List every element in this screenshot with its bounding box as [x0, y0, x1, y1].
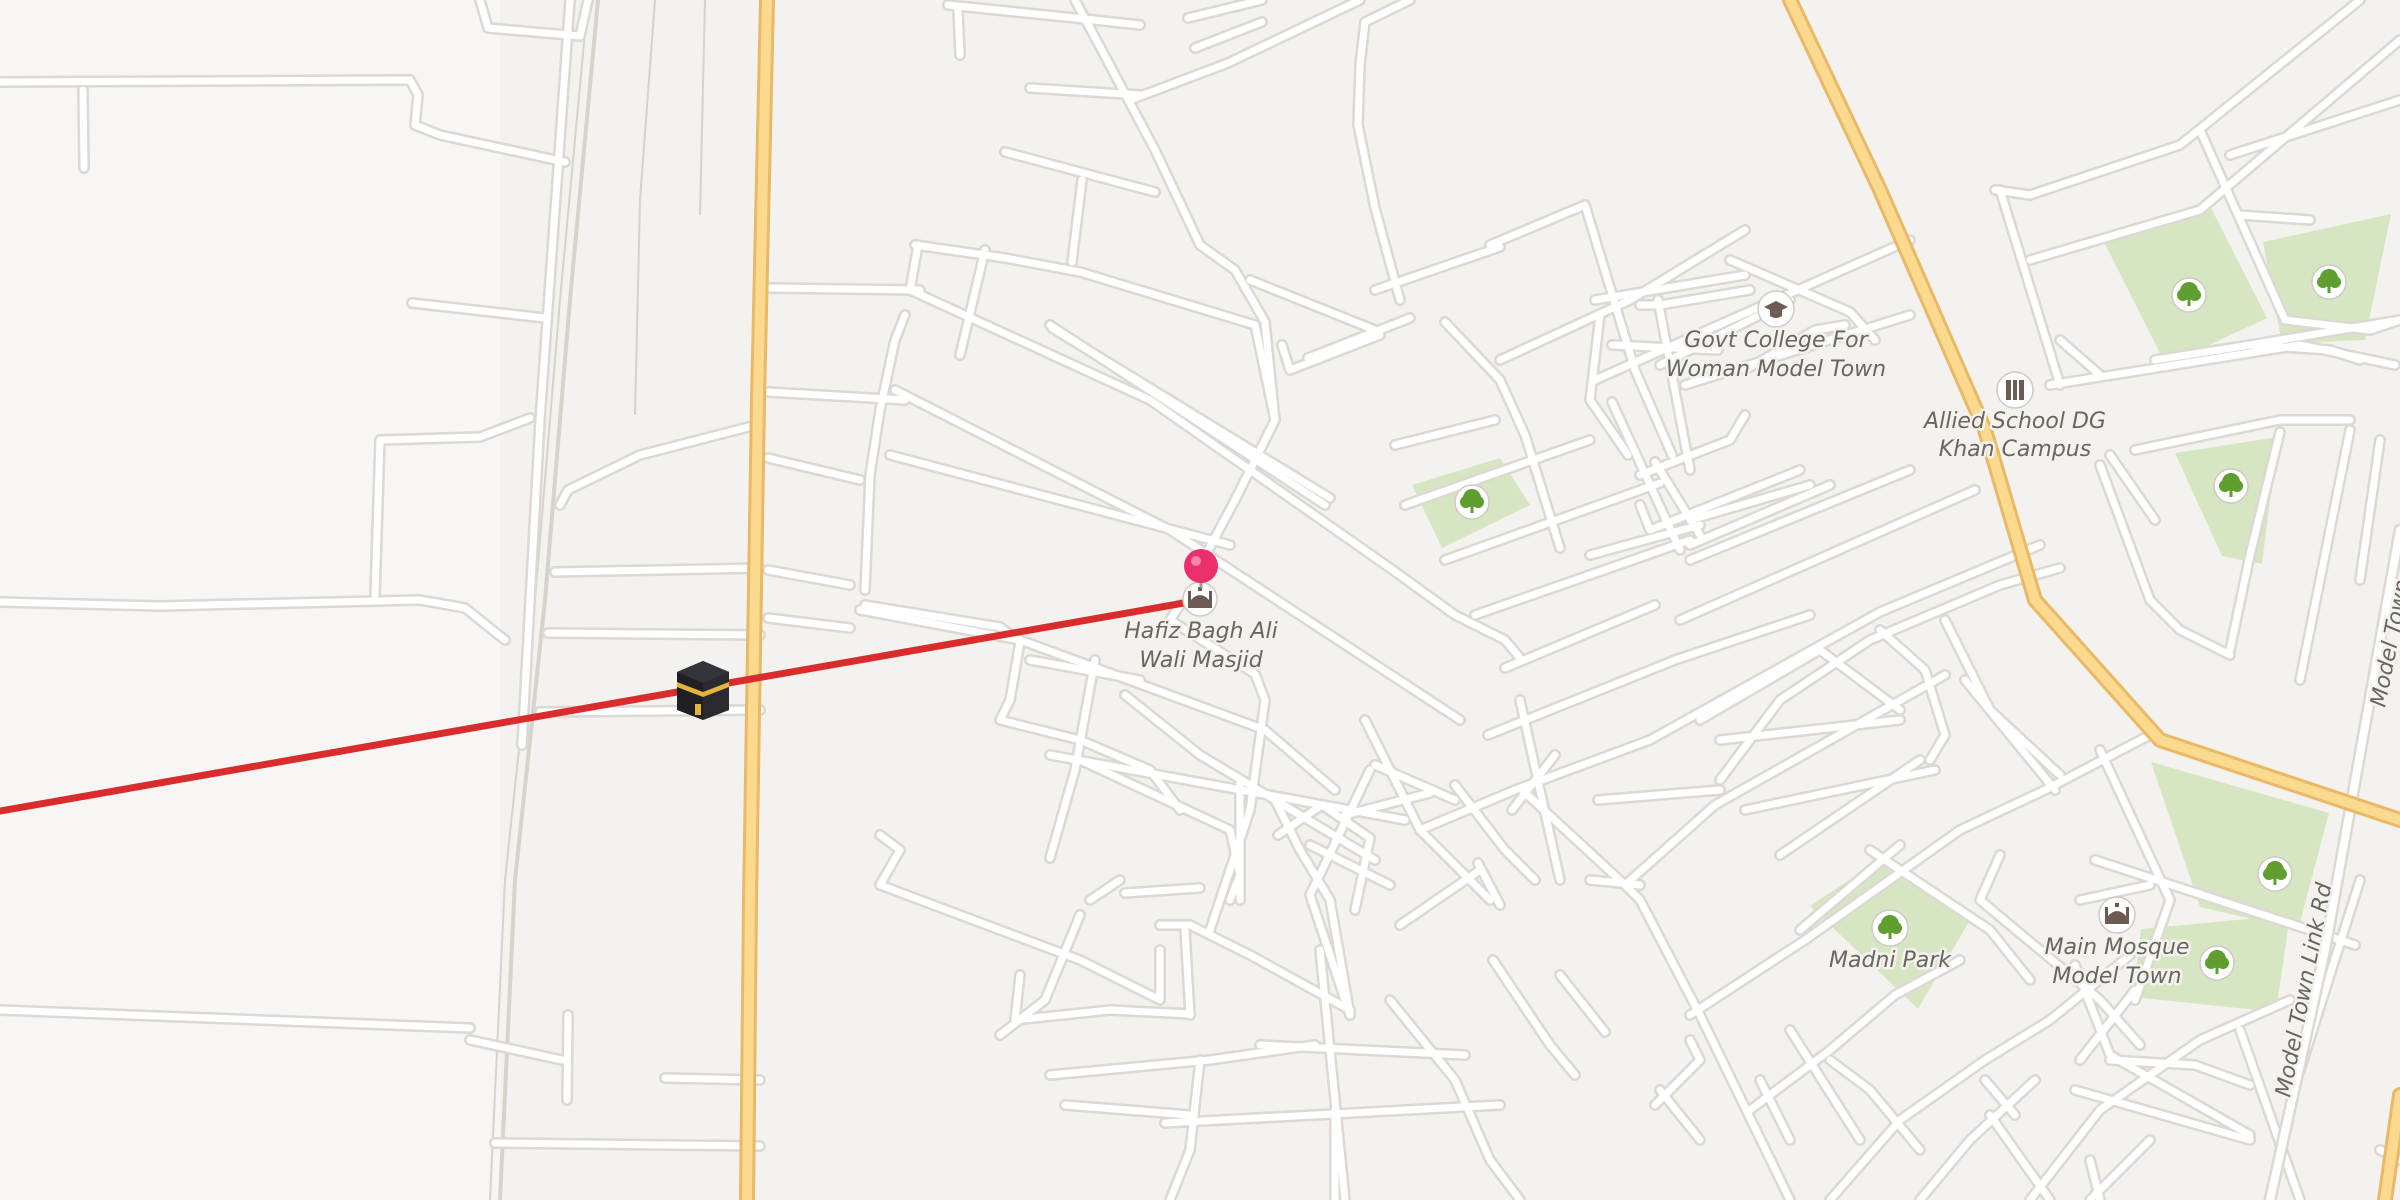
selected-place-name-line1: Hafiz Bagh Ali	[1124, 619, 1278, 644]
poi-label-line1: Main Mosque	[2045, 935, 2190, 960]
tree-icon[interactable]	[1454, 484, 1490, 520]
map-view[interactable]: Model Town Link Rd Model Town Govt Colle…	[0, 0, 2400, 1200]
tree-icon[interactable]	[2213, 468, 2249, 504]
school-icon	[1996, 371, 2034, 409]
poi-label-line1: Govt College For	[1684, 328, 1869, 353]
tree-icon[interactable]	[2311, 264, 2347, 300]
mosque-icon	[2098, 896, 2136, 934]
tree-icon[interactable]	[2171, 277, 2207, 313]
selected-place-name-line2: Wali Masjid	[1139, 648, 1263, 673]
tree-icon	[1871, 909, 1909, 947]
poi-label-line1: Madni Park	[1829, 948, 1952, 973]
poi-label-line1: Allied School DG	[1922, 409, 2106, 434]
poi-label-line2: Woman Model Town	[1666, 357, 1886, 382]
tree-icon[interactable]	[2199, 945, 2235, 981]
poi-label-line2: Model Town	[2052, 964, 2181, 989]
graduation-cap-icon	[1757, 290, 1795, 328]
poi-label-line2: Khan Campus	[1939, 437, 2091, 462]
tree-icon[interactable]	[2257, 856, 2293, 892]
kaaba-icon[interactable]	[677, 661, 729, 720]
